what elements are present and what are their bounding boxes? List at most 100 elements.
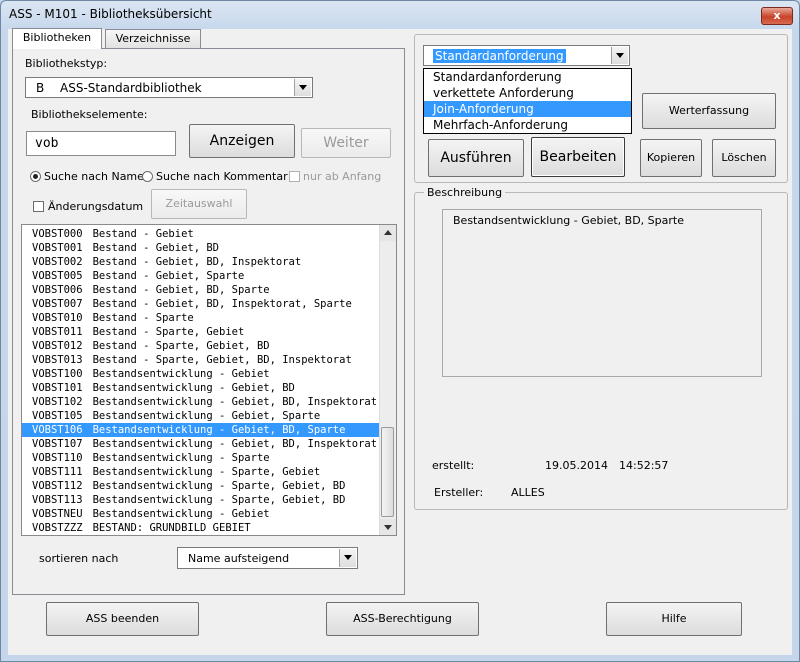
quit-button[interactable]: ASS beenden [46, 602, 199, 636]
show-button[interactable]: Anzeigen [189, 124, 295, 158]
request-type-dropdown[interactable]: Standardanforderung verkettete Anforderu… [423, 68, 632, 134]
request-option-chained[interactable]: verkettete Anforderung [424, 85, 631, 101]
next-button[interactable]: Weiter [301, 128, 391, 158]
list-item-description: Bestandsentwicklung - Gebiet, Sparte [92, 410, 321, 422]
list-item[interactable]: VOBST113 Bestandsentwicklung - Sparte, Ge… [22, 493, 382, 507]
list-item-code: VOBST107 [32, 438, 83, 450]
change-date-checkbox[interactable] [33, 201, 44, 212]
list-item[interactable]: VOBST106 Bestandsentwicklung - Gebiet, BD… [22, 423, 382, 437]
scroll-up-icon[interactable] [380, 225, 396, 241]
library-type-select[interactable]: B ASS-Standardbibliothek [25, 77, 313, 98]
list-item-code: VOBST000 [32, 228, 83, 240]
list-item-description: Bestandsentwicklung - Gebiet, BD, Inspek… [92, 396, 378, 408]
list-item-code: VOBST005 [32, 270, 83, 282]
list-item[interactable]: VOBST006 Bestand - Gebiet, BD, Sparte [22, 283, 382, 297]
list-item-code: VOBST013 [32, 354, 83, 366]
library-elements-list[interactable]: VOBST000 Bestand - Gebiet VOBST001 Bestand … [21, 224, 397, 536]
change-date-label: Änderungsdatum [48, 200, 144, 213]
request-type-select[interactable]: Standardanforderung [423, 45, 630, 66]
creator-label: Ersteller: [434, 486, 484, 499]
copy-button[interactable]: Kopieren [640, 139, 702, 177]
request-option-standard[interactable]: Standardanforderung [424, 69, 631, 85]
list-item[interactable]: VOBST007 Bestand - Gebiet, BD, Inspektora… [22, 297, 382, 311]
title-bar[interactable]: ASS - M101 - Bibliotheksübersicht x [1, 1, 799, 29]
list-item[interactable]: VOBSTZZZ BESTAND: GRUNDBILD GEBIET [22, 521, 382, 535]
list-item-code: VOBST113 [32, 494, 83, 506]
close-icon: x [773, 9, 781, 22]
value-entry-button[interactable]: Werterfassung [642, 93, 776, 129]
list-item-description: Bestandsentwicklung - Gebiet, BD, Inspek… [92, 438, 378, 450]
created-date: 19.05.2014 [545, 459, 608, 472]
client-area: Bibliotheken Verzeichnisse Bibliotheksty… [8, 28, 792, 655]
list-item[interactable]: VOBST001 Bestand - Gebiet, BD [22, 241, 382, 255]
request-option-multiple[interactable]: Mehrfach-Anforderung [424, 117, 631, 133]
description-box: Bestandsentwicklung - Gebiet, BD, Sparte [442, 209, 762, 377]
list-item-code: VOBST105 [32, 410, 83, 422]
list-item-code: VOBST101 [32, 382, 83, 394]
creator-value: ALLES [511, 486, 545, 499]
list-item-description: Bestand - Sparte, Gebiet, BD [92, 340, 270, 352]
list-item-code: VOBST106 [32, 424, 83, 436]
list-item[interactable]: VOBST110 Bestandsentwicklung - Sparte [22, 451, 382, 465]
scroll-thumb[interactable] [381, 427, 394, 517]
search-by-comment-radio[interactable] [142, 171, 153, 182]
close-button[interactable]: x [761, 7, 793, 25]
list-item[interactable]: VOBST002 Bestand - Gebiet, BD, Inspektora… [22, 255, 382, 269]
list-item[interactable]: VOBST111 Bestandsentwicklung - Sparte, Ge… [22, 465, 382, 479]
list-item-description: Bestand - Gebiet [92, 228, 194, 240]
library-type-value: ASS-Standardbibliothek [60, 81, 202, 95]
list-item-description: Bestand - Gebiet, BD, Inspektorat [92, 256, 302, 268]
list-item[interactable]: VOBST101 Bestandsentwicklung - Gebiet, BD [22, 381, 382, 395]
scroll-down-icon[interactable] [380, 519, 396, 535]
list-item-description: Bestandsentwicklung - Gebiet, BD [92, 382, 295, 394]
permission-button[interactable]: ASS-Berechtigung [326, 602, 479, 636]
list-scrollbar[interactable] [379, 225, 396, 535]
list-item[interactable]: VOBST102 Bestandsentwicklung - Gebiet, BD… [22, 395, 382, 409]
time-select-button[interactable]: Zeitauswahl [151, 189, 247, 219]
list-item-description: Bestand - Gebiet, Sparte [92, 270, 245, 282]
description-group-label: Beschreibung [424, 186, 506, 199]
delete-button[interactable]: Löschen [712, 139, 776, 177]
library-type-code: B [36, 81, 45, 95]
list-item[interactable]: VOBST112 Bestandsentwicklung - Sparte, Ge… [22, 479, 382, 493]
list-item-code: VOBST110 [32, 452, 83, 464]
list-item-code: VOBST102 [32, 396, 83, 408]
sort-select[interactable]: Name aufsteigend [177, 547, 358, 569]
list-item[interactable]: VOBST005 Bestand - Gebiet, Sparte [22, 269, 382, 283]
list-item[interactable]: VOBST107 Bestandsentwicklung - Gebiet, BD… [22, 437, 382, 451]
search-by-comment-label: Suche nach Kommentar [156, 170, 288, 183]
list-item-code: VOBST010 [32, 312, 83, 324]
search-input[interactable]: vob [26, 131, 176, 156]
list-item-code: VOBST001 [32, 242, 83, 254]
tab-verzeichnisse[interactable]: Verzeichnisse [105, 29, 201, 48]
list-item[interactable]: VOBST000 Bestand - Gebiet [22, 227, 382, 241]
list-item-code: VOBST006 [32, 284, 83, 296]
list-item[interactable]: VOBST010 Bestand - Sparte [22, 311, 382, 325]
list-item[interactable]: VOBSTNEU Bestandsentwicklung - Gebiet [22, 507, 382, 521]
help-button[interactable]: Hilfe [606, 602, 742, 636]
chevron-down-icon[interactable] [294, 79, 311, 96]
list-item-description: Bestandsentwicklung - Gebiet [92, 368, 270, 380]
edit-button[interactable]: Bearbeiten [531, 137, 625, 177]
library-type-label: Bibliothekstyp: [25, 57, 108, 70]
only-from-start-checkbox[interactable] [289, 171, 300, 182]
execute-button[interactable]: Ausführen [428, 139, 524, 177]
list-item-code: VOBST100 [32, 368, 83, 380]
request-type-value: Standardanforderung [433, 49, 566, 63]
list-item[interactable]: VOBST013 Bestand - Sparte, Gebiet, BD, In… [22, 353, 382, 367]
chevron-down-icon[interactable] [339, 549, 356, 567]
description-text: Bestandsentwicklung - Gebiet, BD, Sparte [453, 214, 684, 227]
chevron-down-icon[interactable] [611, 47, 628, 64]
request-option-join[interactable]: Join-Anforderung [424, 101, 631, 117]
list-item[interactable]: VOBST011 Bestand - Sparte, Gebiet [22, 325, 382, 339]
list-item[interactable]: VOBST105 Bestandsentwicklung - Gebiet, Sp… [22, 409, 382, 423]
list-item[interactable]: VOBST012 Bestand - Sparte, Gebiet, BD [22, 339, 382, 353]
list-item-description: BESTAND: GRUNDBILD GEBIET [92, 522, 251, 534]
list-item-description: Bestandsentwicklung - Sparte [92, 452, 270, 464]
search-by-name-label: Suche nach Name [44, 170, 144, 183]
tab-bibliotheken[interactable]: Bibliotheken [12, 28, 102, 49]
list-item[interactable]: VOBST100 Bestandsentwicklung - Gebiet [22, 367, 382, 381]
list-item-code: VOBST007 [32, 298, 83, 310]
search-by-name-radio[interactable] [30, 171, 41, 182]
list-item-description: Bestandsentwicklung - Sparte, Gebiet, BD [92, 494, 346, 506]
